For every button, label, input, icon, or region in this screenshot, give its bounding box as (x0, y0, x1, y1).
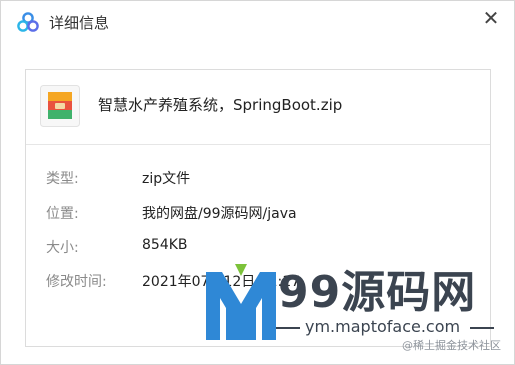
title-bar: 详细信息 ✕ (1, 1, 514, 43)
dialog-title: 详细信息 (49, 14, 110, 32)
file-info-panel: 智慧水产养殖系统，SpringBoot.zip 类型: zip文件 位置: 我的… (25, 69, 491, 347)
size-value: 854KB (142, 237, 188, 253)
size-label: 大小: (46, 240, 79, 256)
file-header: 智慧水产养殖系统，SpringBoot.zip (26, 70, 490, 145)
details-dialog: 详细信息 ✕ 智慧水产养殖系统，SpringBoot.zip 类型: zip文件… (0, 0, 515, 365)
close-icon: ✕ (482, 6, 500, 30)
close-button[interactable]: ✕ (480, 7, 502, 29)
modified-label: 修改时间: (46, 274, 107, 290)
app-logo-icon (17, 12, 39, 32)
modified-value: 2021年07月12日 11:17 (142, 274, 301, 290)
type-label: 类型: (46, 171, 79, 187)
location-value: 我的网盘/99源码网/java (142, 206, 297, 222)
type-value: zip文件 (142, 171, 191, 187)
zip-file-icon (40, 85, 80, 127)
location-label: 位置: (46, 206, 79, 222)
file-name: 智慧水产养殖系统，SpringBoot.zip (98, 96, 343, 114)
